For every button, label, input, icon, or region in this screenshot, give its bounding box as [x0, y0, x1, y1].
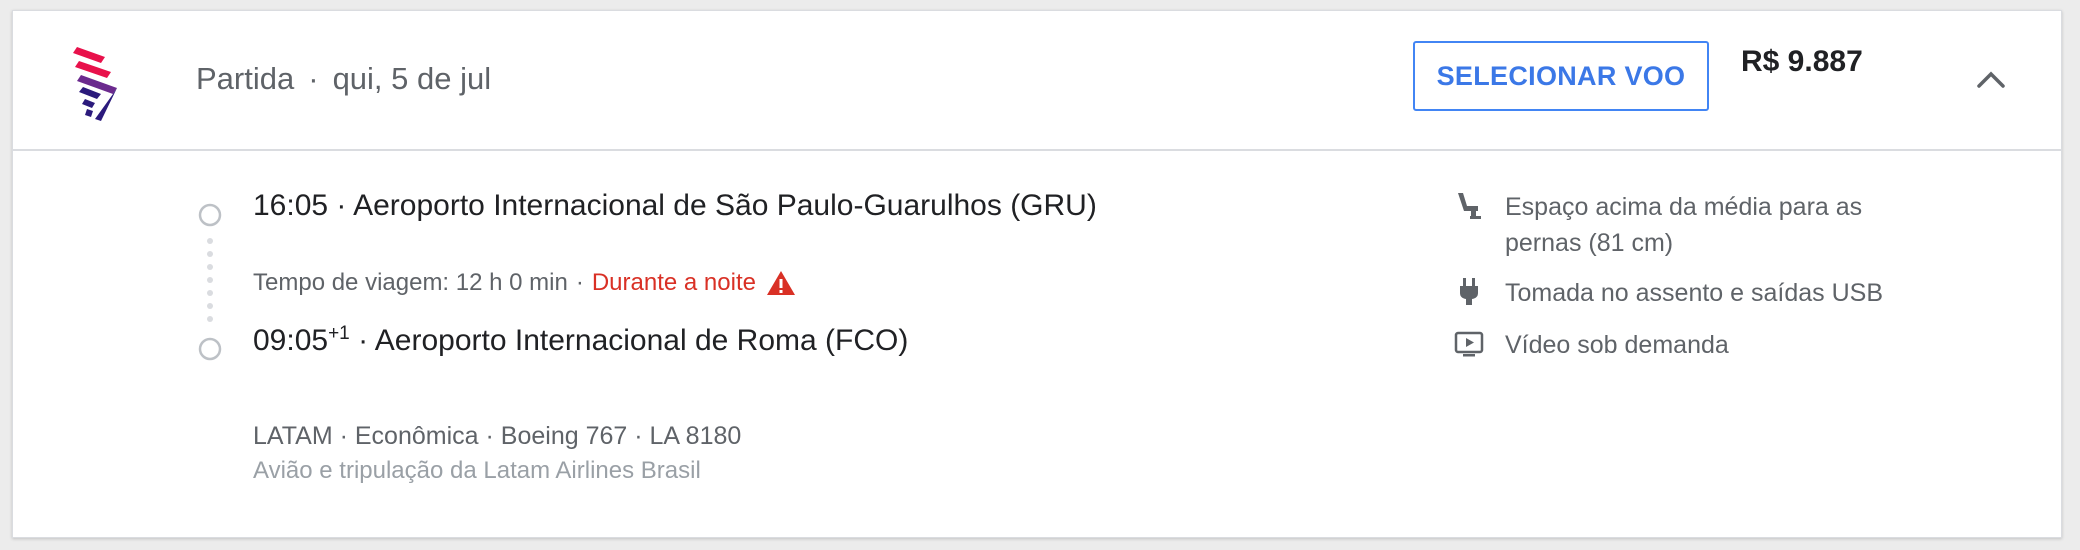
duration-text: Tempo de viagem: 12 h 0 min: [253, 269, 568, 296]
amenity-video: Vídeo sob demanda: [1453, 327, 1925, 363]
amenity-video-text: Vídeo sob demanda: [1505, 331, 1729, 359]
flight-card-header[interactable]: Partida · qui, 5 de jul SELECIONAR VOO R$ …: [13, 11, 2061, 151]
departure-date: qui, 5 de jul: [332, 61, 492, 96]
aircraft-model: Boeing 767: [500, 422, 628, 450]
power-plug-icon: [1460, 278, 1478, 305]
amenity-power: Tomada no assento e saídas USB: [1453, 275, 1925, 311]
separator-dot: ·: [575, 269, 584, 296]
cabin-class: Econômica: [354, 422, 479, 450]
flight-price: R$ 9.887: [1741, 45, 1863, 78]
itinerary-timeline-icon: [198, 203, 222, 361]
amenity-power-text: Tomada no assento e saídas USB: [1505, 279, 1884, 307]
arrival-day-offset: +1: [328, 323, 350, 344]
airline-name: LATAM: [253, 422, 333, 450]
amenity-legroom-text: Espaço acima da média para as pernas (81…: [1505, 193, 1863, 257]
separator-dot: ·: [358, 324, 369, 357]
arrival-stop: 09:05+1 · Aeroporto Internacional de Rom…: [253, 323, 908, 358]
video-play-icon: [1454, 331, 1484, 357]
separator-dot: ·: [336, 189, 347, 222]
departure-summary: Partida · qui, 5 de jul: [196, 61, 491, 97]
separator-dot: ·: [634, 422, 643, 450]
legroom-seat-icon: [1458, 193, 1481, 219]
select-flight-button[interactable]: SELECIONAR VOO: [1413, 41, 1709, 111]
departure-airport: Aeroporto Internacional de São Paulo-Gua…: [353, 189, 1097, 222]
operator-info: Avião e tripulação da Latam Airlines Bra…: [253, 457, 701, 484]
warning-icon: [766, 271, 795, 295]
travel-duration: Tempo de viagem: 12 h 0 min · Durante a …: [253, 269, 796, 297]
separator-dot: ·: [339, 422, 348, 450]
chevron-up-icon[interactable]: [1973, 67, 2009, 91]
arrival-airport: Aeroporto Internacional de Roma (FCO): [374, 324, 909, 357]
flight-details: LATAM · Econômica · Boeing 767 · LA 8180: [253, 422, 741, 451]
latam-logo-icon: [73, 47, 117, 121]
departure-time: 16:05: [253, 189, 329, 222]
arrival-time: 09:05: [253, 324, 329, 357]
departure-stop: 16:05 · Aeroporto Internacional de São P…: [253, 189, 1097, 223]
departure-label: Partida: [196, 61, 295, 96]
amenity-legroom: Espaço acima da média para as pernas (81…: [1453, 189, 1925, 261]
separator-dot: ·: [308, 61, 319, 96]
separator-dot: ·: [485, 422, 494, 450]
overnight-label: Durante a noite: [591, 269, 756, 296]
flight-number: LA 8180: [649, 422, 742, 450]
flight-result-card: Partida · qui, 5 de jul SELECIONAR VOO R$ …: [12, 10, 2062, 538]
